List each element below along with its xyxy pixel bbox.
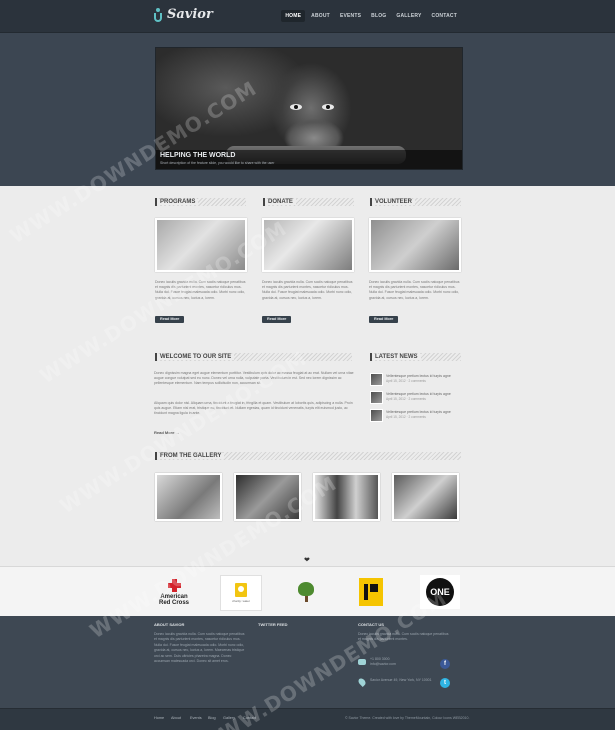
hero-description: Short description of the feature slide, … xyxy=(160,161,275,165)
footer-about-text: Donec iaculis gravida nulla. Cum sociis … xyxy=(154,632,245,664)
eye-right xyxy=(322,104,334,110)
footer-link-contact[interactable]: Contact xyxy=(243,716,256,720)
footer-link-gallery[interactable]: Gallery xyxy=(223,716,235,720)
nav-about[interactable]: ABOUT xyxy=(307,10,334,22)
bottom-bar xyxy=(0,708,615,730)
page: Savior HOME ABOUT EVENTS BLOG GALLERY CO… xyxy=(0,0,615,730)
donate-heading: DONATE xyxy=(263,198,354,206)
american-red-cross-logo[interactable]: American Red Cross xyxy=(152,575,196,609)
news-thumbnail xyxy=(370,391,383,404)
heart-divider-icon: ❤ xyxy=(304,557,310,564)
footer-link-events[interactable]: Events xyxy=(190,716,202,720)
footer-contact-title: CONTACT US xyxy=(358,622,384,627)
one-logo-text: ONE xyxy=(426,578,454,606)
news-item-title[interactable]: Vellentesque pretium lectus id turpis ag… xyxy=(386,374,451,378)
rescue-logo[interactable] xyxy=(352,575,390,609)
programs-title: PROGRAMS xyxy=(157,199,199,205)
programs-text: Donec iaculis gravida nulla. Cum sociis … xyxy=(155,280,246,300)
twitter-icon[interactable]: t xyxy=(440,678,450,688)
news-thumbnail xyxy=(370,373,383,386)
logo-text: Savior xyxy=(167,7,213,22)
hero-slider[interactable]: HELPING THE WORLD Short description of t… xyxy=(155,47,463,170)
footer-link-home[interactable]: Home xyxy=(154,716,164,720)
footer-phone: +1 800 3000 xyxy=(370,657,390,661)
programs-heading: PROGRAMS xyxy=(155,198,246,206)
eye-left xyxy=(290,104,302,110)
charity-water-text: charity: water xyxy=(232,599,250,603)
news-item[interactable]: Vellentesque pretium lectus id turpis ag… xyxy=(370,391,462,405)
news-item-title[interactable]: Vellentesque pretium lectus id turpis ag… xyxy=(386,410,451,414)
gallery-image[interactable] xyxy=(392,473,459,521)
tree-icon xyxy=(298,582,314,596)
donate-image[interactable] xyxy=(262,218,354,272)
jerrycan-icon xyxy=(235,583,247,597)
facebook-icon[interactable]: f xyxy=(440,659,450,669)
hero-title: HELPING THE WORLD xyxy=(160,152,236,159)
welcome-paragraph-2: Aliquam quis dolor nisl. Aliquam urna, t… xyxy=(154,401,353,416)
one-campaign-logo[interactable]: ONE xyxy=(420,575,460,609)
footer-about-title: ABOUT SAVIOR xyxy=(154,622,185,627)
phone-icon xyxy=(358,659,366,665)
rescue-mark-icon xyxy=(359,578,383,606)
donate-read-more-button[interactable]: Read More xyxy=(262,316,292,323)
footer-phone-block: +1 800 3000 info@savior.com xyxy=(370,657,440,668)
news-item-meta: April 15, 2012 · 2 comments xyxy=(386,397,426,401)
news-heading: LATEST NEWS xyxy=(370,353,461,361)
site-header: Savior HOME ABOUT EVENTS BLOG GALLERY CO… xyxy=(0,0,615,33)
footer-link-about[interactable]: About xyxy=(171,716,181,720)
news-thumbnail xyxy=(370,409,383,422)
gallery-image[interactable] xyxy=(313,473,380,521)
footer-address: Savior Avenue 49, New York, NY 10001 xyxy=(370,678,432,682)
volunteer-heading: VOLUNTEER xyxy=(370,198,461,206)
main-nav: HOME ABOUT EVENTS BLOG GALLERY CONTACT xyxy=(281,10,461,22)
programs-read-more-button[interactable]: Read More xyxy=(155,316,185,323)
donate-text: Donec iaculis gravida nulla. Cum sociis … xyxy=(262,280,353,300)
footer-contact-text: Donec iaculis gravida nulla. Cum sociis … xyxy=(358,632,449,642)
copyright-text: © Savior Theme. Created with love by The… xyxy=(345,716,470,720)
footer-link-blog[interactable]: Blog xyxy=(208,716,216,720)
programs-image[interactable] xyxy=(155,218,247,272)
nav-home[interactable]: HOME xyxy=(281,10,306,22)
red-cross-icon xyxy=(167,578,181,592)
hero-caption: HELPING THE WORLD Short description of t… xyxy=(156,150,462,169)
footer-twitter-title: TWITTER FEED xyxy=(258,622,288,627)
news-item[interactable]: Vellentesque pretium lectus id turpis ag… xyxy=(370,409,462,423)
nav-gallery[interactable]: GALLERY xyxy=(392,10,425,22)
person-icon xyxy=(153,7,163,22)
gallery-heading: FROM THE GALLERY xyxy=(155,452,461,460)
tree-trunk xyxy=(304,596,308,602)
arrow-right-icon: → xyxy=(175,430,180,435)
volunteer-title: VOLUNTEER xyxy=(372,199,416,205)
logo[interactable]: Savior xyxy=(153,7,213,22)
news-item-title[interactable]: Vellentesque pretium lectus id turpis ag… xyxy=(386,392,451,396)
nav-contact[interactable]: CONTACT xyxy=(428,10,461,22)
gallery-image[interactable] xyxy=(155,473,222,521)
partners-strip: American Red Cross charity: water ONE xyxy=(0,566,615,617)
tree-logo[interactable] xyxy=(288,575,324,609)
news-item-meta: April 15, 2012 · 2 comments xyxy=(386,379,426,383)
welcome-paragraph-1: Donec dignissim magna eget augue element… xyxy=(154,371,354,386)
news-item-meta: April 15, 2012 · 2 comments xyxy=(386,415,426,419)
donate-title: DONATE xyxy=(265,199,296,205)
welcome-heading: WELCOME TO OUR SITE xyxy=(155,353,352,361)
gallery-title: FROM THE GALLERY xyxy=(157,453,225,459)
volunteer-text: Donec iaculis gravida nulla. Cum sociis … xyxy=(369,280,460,300)
gallery-image[interactable] xyxy=(234,473,301,521)
redcross-line-2: Red Cross xyxy=(158,599,189,606)
news-title: LATEST NEWS xyxy=(372,354,421,360)
charity-water-logo[interactable]: charity: water xyxy=(220,575,262,611)
nav-events[interactable]: EVENTS xyxy=(336,10,365,22)
welcome-read-more-link[interactable]: Read More → xyxy=(154,430,180,435)
nav-blog[interactable]: BLOG xyxy=(367,10,390,22)
volunteer-read-more-button[interactable]: Read More xyxy=(369,316,399,323)
footer-email: info@savior.com xyxy=(370,662,396,667)
news-item[interactable]: Vellentesque pretium lectus id turpis ag… xyxy=(370,373,462,387)
welcome-title: WELCOME TO OUR SITE xyxy=(157,354,235,360)
volunteer-image[interactable] xyxy=(369,218,461,272)
welcome-read-more-label: Read More xyxy=(154,430,175,435)
